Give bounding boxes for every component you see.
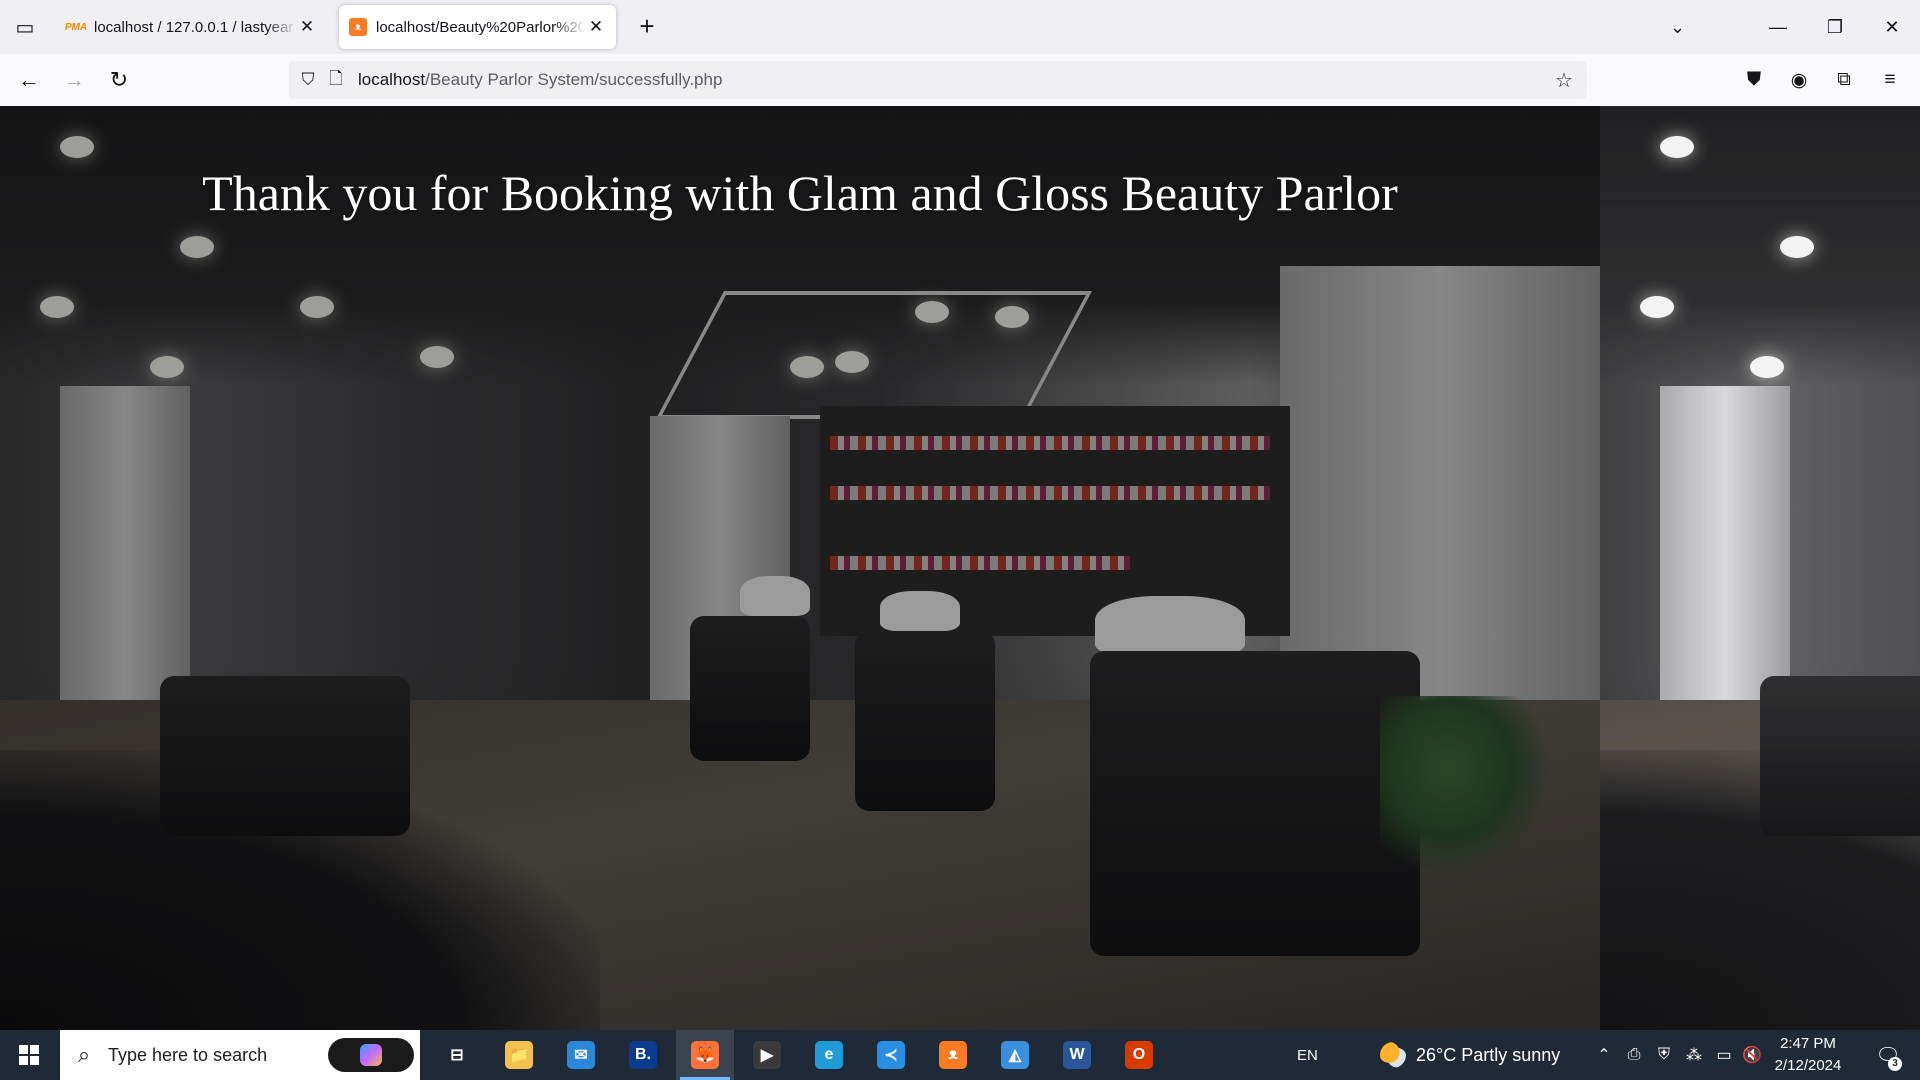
- tab-title: localhost / 127.0.0.1 / lastyear /: [94, 18, 297, 36]
- photos-icon: ◭: [1001, 1041, 1029, 1069]
- taskbar-app-office[interactable]: O: [1110, 1030, 1168, 1080]
- tab-beauty-parlor[interactable]: ᴥ localhost/Beauty%20Parlor%20 ✕: [339, 5, 616, 49]
- salon-background-image: Thank you for Booking with Glam and Glos…: [0, 106, 1600, 1030]
- page-title: Thank you for Booking with Glam and Glos…: [202, 165, 1398, 221]
- task-view-icon: ⊟: [450, 1047, 464, 1064]
- copilot-button[interactable]: [328, 1038, 414, 1072]
- taskbar-app-photos[interactable]: ◭: [986, 1030, 1044, 1080]
- search-placeholder: Type here to search: [108, 1044, 268, 1065]
- taskbar-app-edge[interactable]: e: [800, 1030, 858, 1080]
- security-shield-icon[interactable]: ⛨: [1651, 1030, 1677, 1080]
- clock-time: 2:47 PM: [1780, 1035, 1836, 1052]
- language-indicator[interactable]: EN: [1297, 1030, 1318, 1080]
- partly-sunny-icon: [1380, 1042, 1406, 1068]
- address-bar[interactable]: ⛉ 🗋 localhost/Beauty Parlor System/succe…: [289, 61, 1587, 99]
- close-tab-icon[interactable]: ✕: [297, 17, 317, 37]
- office-icon: O: [1125, 1041, 1153, 1069]
- forward-button[interactable]: →: [56, 62, 92, 98]
- edge-icon: e: [815, 1041, 843, 1069]
- weather-condition: Partly sunny: [1461, 1044, 1561, 1065]
- weather-widget[interactable]: 26°C Partly sunny: [1380, 1030, 1560, 1080]
- firefox-view-icon[interactable]: ▭: [0, 0, 50, 54]
- windows-logo-icon: [19, 1045, 39, 1065]
- menu-icon[interactable]: ≡: [1872, 62, 1908, 98]
- pocket-icon[interactable]: ⛊: [1736, 62, 1772, 98]
- list-all-tabs-icon[interactable]: ⌄: [1655, 0, 1700, 54]
- mail-icon: ✉: [567, 1041, 595, 1069]
- back-button[interactable]: ←: [11, 62, 47, 98]
- clock[interactable]: 2:47 PM 2/12/2024: [1760, 1030, 1856, 1080]
- bookmark-star-icon[interactable]: ☆: [1549, 61, 1579, 99]
- taskbar-app-file-explorer[interactable]: 📁: [490, 1030, 548, 1080]
- navigation-bar: ← → ↻ ⛉ 🗋 localhost/Beauty Parlor System…: [0, 54, 1920, 107]
- url-host: localhost: [358, 70, 426, 89]
- tracking-shield-icon[interactable]: ⛉: [294, 61, 322, 99]
- copilot-icon: [360, 1044, 382, 1066]
- search-icon: ⌕: [77, 1042, 91, 1067]
- taskbar-search-box[interactable]: ⌕ Type here to search: [60, 1030, 420, 1080]
- word-icon: W: [1063, 1041, 1091, 1069]
- page-viewport: Thank you for Booking with Glam and Glos…: [0, 106, 1920, 1030]
- reload-button[interactable]: ↻: [101, 62, 137, 98]
- taskbar-app-task-view[interactable]: ⊟: [428, 1030, 486, 1080]
- vscode-icon: ≺: [877, 1041, 905, 1069]
- tab-bar: ▭ PMA localhost / 127.0.0.1 / lastyear /…: [0, 0, 1920, 54]
- tab-title: localhost/Beauty%20Parlor%20: [376, 18, 586, 36]
- notification-badge: 3: [1888, 1057, 1902, 1071]
- taskbar-app-media-player[interactable]: ▶: [738, 1030, 796, 1080]
- taskbar-app-word[interactable]: W: [1048, 1030, 1106, 1080]
- taskbar-app-xampp[interactable]: ᴥ: [924, 1030, 982, 1080]
- start-button[interactable]: [0, 1030, 58, 1080]
- show-hidden-icons-chevron-icon[interactable]: ⌃: [1591, 1030, 1617, 1080]
- taskbar-app-firefox[interactable]: 🦊: [676, 1030, 734, 1080]
- close-tab-icon[interactable]: ✕: [586, 17, 606, 37]
- account-icon[interactable]: ◉: [1781, 62, 1817, 98]
- weather-temp: 26°C: [1416, 1044, 1457, 1065]
- meet-now-icon[interactable]: ⎙: [1621, 1030, 1647, 1080]
- url-path: /Beauty Parlor System/successfully.php: [425, 70, 723, 89]
- url-text[interactable]: localhost/Beauty Parlor System/successfu…: [358, 70, 722, 90]
- salon-background-tile: [1600, 106, 1920, 1030]
- extensions-icon[interactable]: ⧉: [1826, 62, 1862, 98]
- taskbar: ⌕ Type here to search EN 26°C Partly sun…: [0, 1030, 1920, 1080]
- page-info-icon[interactable]: 🗋: [322, 61, 350, 99]
- restore-icon[interactable]: ❐: [1807, 0, 1863, 54]
- notification-center-button[interactable]: 🗨 3: [1868, 1030, 1908, 1080]
- new-tab-button[interactable]: +: [630, 10, 664, 44]
- network-icon[interactable]: ⁂: [1681, 1030, 1707, 1080]
- phpmyadmin-icon: PMA: [64, 21, 88, 33]
- tab-phpmyadmin[interactable]: PMA localhost / 127.0.0.1 / lastyear / ✕: [57, 5, 327, 49]
- booking-icon: B.: [629, 1041, 657, 1069]
- xampp-icon: ᴥ: [349, 18, 367, 36]
- minimize-icon[interactable]: —: [1750, 0, 1806, 54]
- clock-date: 2/12/2024: [1774, 1057, 1842, 1074]
- firefox-icon: 🦊: [691, 1041, 719, 1069]
- xampp-icon: ᴥ: [939, 1041, 967, 1069]
- taskbar-app-booking[interactable]: B.: [614, 1030, 672, 1080]
- close-window-icon[interactable]: ✕: [1864, 0, 1920, 54]
- media-player-icon: ▶: [753, 1041, 781, 1069]
- battery-icon[interactable]: ▭: [1711, 1030, 1737, 1080]
- taskbar-app-vscode[interactable]: ≺: [862, 1030, 920, 1080]
- taskbar-app-mail[interactable]: ✉: [552, 1030, 610, 1080]
- file-explorer-icon: 📁: [505, 1041, 533, 1069]
